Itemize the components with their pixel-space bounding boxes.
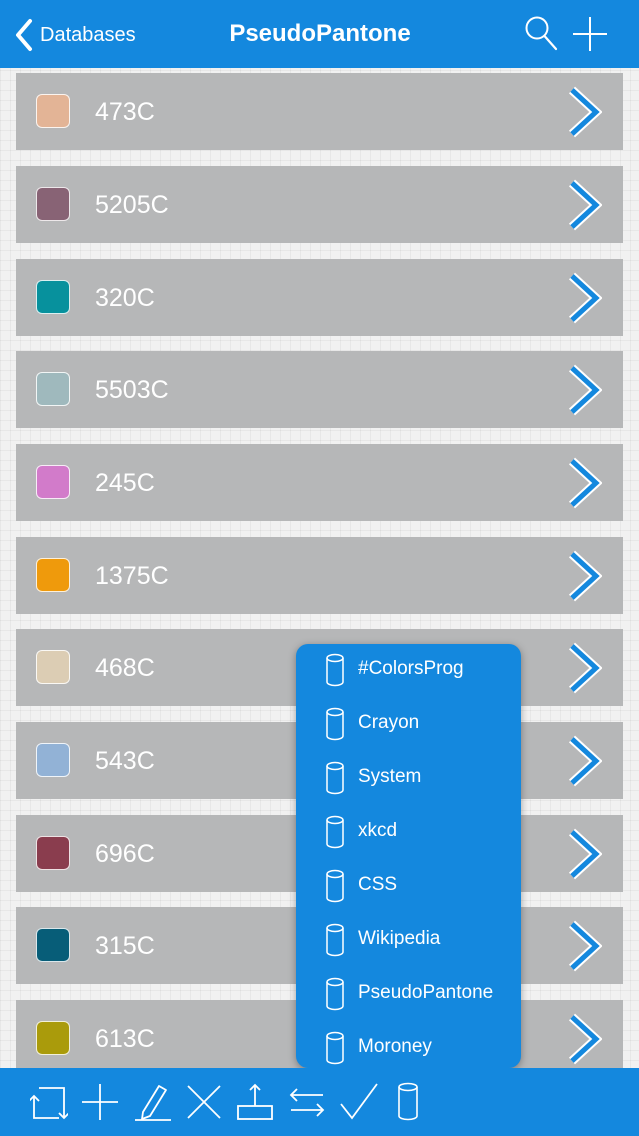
database-menu-item[interactable]: Wikipedia — [296, 914, 521, 968]
database-icon — [398, 1082, 418, 1121]
color-name: 315C — [95, 932, 155, 960]
color-row[interactable]: 1375C — [16, 537, 623, 614]
export-icon — [237, 1083, 273, 1120]
color-row[interactable]: 5503C — [16, 351, 623, 428]
page-title: PseudoPantone — [229, 20, 411, 47]
search-button[interactable] — [523, 14, 559, 57]
database-icon — [326, 923, 344, 957]
database-icon — [326, 653, 344, 687]
color-swatch — [36, 465, 70, 499]
color-name: 696C — [95, 840, 155, 868]
database-icon — [326, 761, 344, 795]
color-swatch — [36, 650, 70, 684]
database-menu-label: System — [358, 766, 422, 787]
chevron-right-icon[interactable] — [566, 364, 602, 416]
swap-button[interactable] — [287, 1082, 327, 1127]
add-icon — [82, 1084, 118, 1120]
database-menu-item[interactable]: PseudoPantone — [296, 968, 521, 1022]
database-icon — [326, 1031, 344, 1065]
color-swatch — [36, 1021, 70, 1055]
rotate-button[interactable] — [28, 1082, 70, 1127]
checkmark-icon — [340, 1083, 378, 1120]
chevron-right-icon[interactable] — [566, 457, 602, 509]
color-swatch — [36, 836, 70, 870]
chevron-right-icon[interactable] — [566, 828, 602, 880]
database-button[interactable] — [397, 1082, 419, 1127]
edit-pencil-icon — [135, 1085, 171, 1121]
bottom-toolbar — [0, 1068, 639, 1136]
delete-button[interactable] — [185, 1082, 223, 1127]
database-menu-label: PseudoPantone — [358, 982, 494, 1003]
chevron-left-icon — [16, 19, 32, 51]
color-name: 5503C — [95, 376, 169, 404]
navigation-bar: Databases PseudoPantone — [0, 0, 639, 68]
chevron-right-icon[interactable] — [566, 550, 602, 602]
add-icon — [573, 17, 607, 51]
color-row[interactable]: 245C — [16, 444, 623, 521]
database-menu-label: xkcd — [358, 820, 398, 841]
database-icon — [326, 869, 344, 903]
rotate-icon — [28, 1087, 70, 1120]
database-menu-label: Moroney — [358, 1036, 432, 1057]
color-name: 613C — [95, 1025, 155, 1053]
chevron-right-icon[interactable] — [566, 272, 602, 324]
database-menu-item[interactable]: CSS — [296, 860, 521, 914]
add-button[interactable] — [571, 15, 609, 58]
color-name: 468C — [95, 654, 155, 682]
color-name: 543C — [95, 747, 155, 775]
back-label: Databases — [40, 23, 136, 46]
database-menu-label: Crayon — [358, 712, 420, 733]
chevron-right-icon[interactable] — [566, 86, 602, 138]
search-icon — [525, 16, 558, 51]
color-name: 320C — [95, 284, 155, 312]
color-swatch — [36, 94, 70, 128]
chevron-right-icon[interactable] — [566, 642, 602, 694]
database-menu-label: #ColorsProg — [358, 658, 464, 679]
delete-x-icon — [187, 1085, 221, 1119]
color-swatch — [36, 558, 70, 592]
swap-arrows-icon — [289, 1088, 325, 1117]
database-menu-label: CSS — [358, 874, 398, 895]
back-button[interactable]: Databases — [14, 16, 136, 54]
color-row[interactable]: 320C — [16, 259, 623, 336]
chevron-right-icon[interactable] — [566, 1013, 602, 1065]
chevron-right-icon[interactable] — [566, 920, 602, 972]
database-icon — [326, 815, 344, 849]
add-button[interactable] — [81, 1082, 119, 1127]
database-menu-item[interactable]: xkcd — [296, 806, 521, 860]
database-menu-label: Wikipedia — [358, 928, 441, 949]
database-menu-item[interactable]: #ColorsProg — [296, 644, 521, 698]
color-name: 473C — [95, 98, 155, 126]
database-menu-item[interactable]: Crayon — [296, 698, 521, 752]
database-menu: #ColorsProg Crayon System xkcd CSS Wikip… — [296, 644, 521, 1068]
color-swatch — [36, 928, 70, 962]
color-name: 1375C — [95, 562, 169, 590]
database-icon — [326, 977, 344, 1011]
database-icon — [326, 707, 344, 741]
color-swatch — [36, 187, 70, 221]
color-row[interactable]: 473C — [16, 73, 623, 150]
chevron-right-icon[interactable] — [566, 179, 602, 231]
color-name: 245C — [95, 469, 155, 497]
color-swatch — [36, 280, 70, 314]
chevron-right-icon[interactable] — [566, 735, 602, 787]
database-menu-item[interactable]: System — [296, 752, 521, 806]
confirm-button[interactable] — [339, 1082, 379, 1127]
edit-button[interactable] — [133, 1082, 173, 1127]
color-swatch — [36, 372, 70, 406]
color-swatch — [36, 743, 70, 777]
export-button[interactable] — [235, 1082, 275, 1127]
color-row[interactable]: 5205C — [16, 166, 623, 243]
color-name: 5205C — [95, 191, 169, 219]
